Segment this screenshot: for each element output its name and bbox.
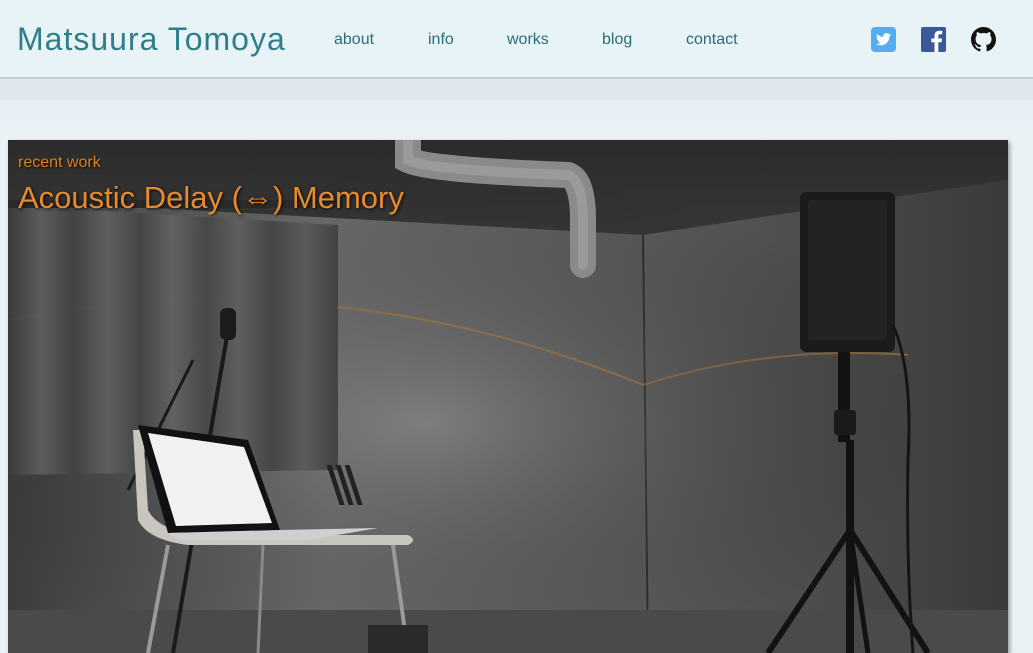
twitter-icon — [871, 27, 896, 52]
nav-link-works[interactable]: works — [507, 30, 549, 50]
subnav-spacer — [0, 100, 1033, 120]
nav-link-about[interactable]: about — [334, 30, 374, 50]
nav-link-blog[interactable]: blog — [602, 30, 632, 50]
recent-work-hero[interactable]: recent work Acoustic Delay (⇔) Memory — [8, 140, 1008, 653]
twitter-link[interactable] — [871, 27, 896, 52]
site-title[interactable]: Matsuura Tomoya — [17, 20, 286, 58]
nav-link-info[interactable]: info — [428, 30, 454, 50]
github-icon — [971, 27, 996, 52]
subnav-bar — [0, 79, 1033, 100]
recent-work-title-link[interactable]: Acoustic Delay (⇔) Memory — [18, 180, 404, 216]
facebook-link[interactable] — [921, 27, 946, 52]
nav-link-contact[interactable]: contact — [686, 30, 738, 50]
recent-work-label: recent work — [18, 154, 101, 171]
github-link[interactable] — [971, 27, 996, 52]
navbar: Matsuura Tomoya about info works blog co… — [0, 0, 1033, 79]
hero-photo — [8, 140, 1008, 653]
facebook-icon — [921, 27, 946, 52]
